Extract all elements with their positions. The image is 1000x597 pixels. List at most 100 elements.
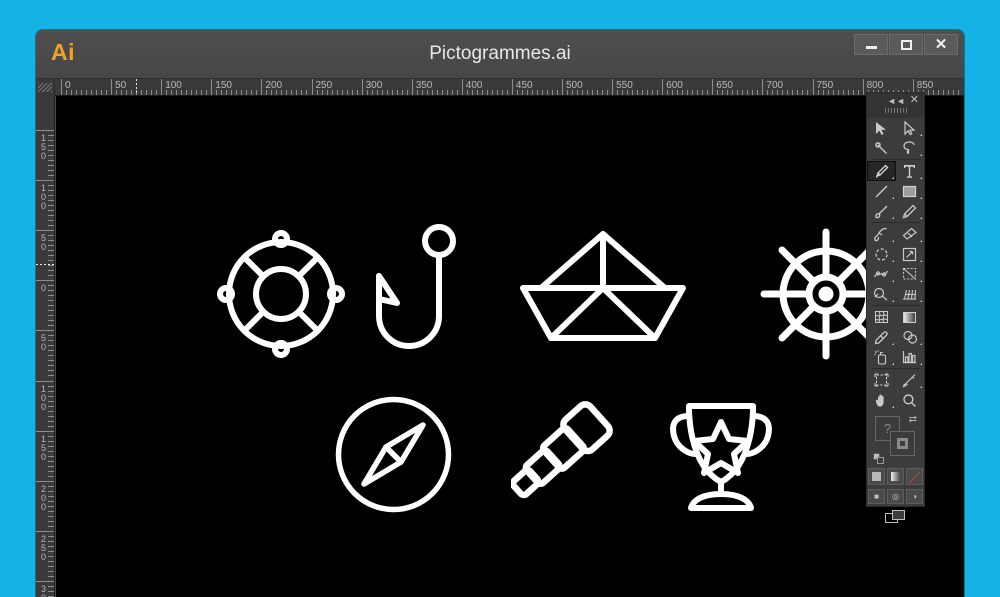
ruler-major-tick [562, 79, 563, 95]
draw-normal-button[interactable]: ■ [868, 489, 885, 504]
draw-behind-button[interactable]: ◎ [887, 489, 904, 504]
mesh-tool[interactable] [867, 307, 896, 327]
direct-selection-tool[interactable] [896, 118, 925, 138]
ruler-minor-tick [131, 90, 133, 95]
ruler-label: 600 [666, 80, 683, 91]
ruler-major-tick [111, 79, 113, 95]
horizontal-guide-marker [136, 79, 138, 95]
color-mode-none-button[interactable] [906, 468, 923, 485]
slice-tool[interactable] [896, 370, 925, 390]
rectangle-tool[interactable] [896, 181, 925, 201]
ruler-minor-tick [48, 135, 54, 136]
artwork-trophy[interactable] [661, 394, 781, 519]
vertical-ruler[interactable]: 150 100 50 0 50 100 150 200 250 300 [36, 96, 55, 597]
selection-tool[interactable] [867, 118, 896, 138]
ruler-minor-tick [436, 90, 438, 95]
line-segment-tool[interactable] [867, 181, 896, 201]
stroke-swatch[interactable] [890, 431, 915, 456]
minimize-button[interactable] [854, 34, 888, 55]
ruler-minor-tick [652, 90, 654, 95]
ruler-minor-tick [48, 395, 54, 397]
close-panel-icon[interactable]: ✕ [910, 95, 919, 106]
eraser-tool[interactable] [896, 224, 925, 244]
artboard-tool[interactable] [867, 370, 896, 390]
scale-tool[interactable] [896, 244, 925, 264]
collapse-panel-icon[interactable]: ◄◄ [887, 97, 905, 106]
ruler-minor-tick [486, 90, 488, 95]
zoom-tool[interactable] [896, 390, 925, 410]
hand-tool[interactable] [867, 390, 896, 410]
ruler-label: 100 [165, 80, 182, 91]
paintbrush-tool[interactable] [867, 201, 896, 221]
ruler-major-tick [36, 580, 54, 582]
panel-drag-grip-icon[interactable] [884, 108, 907, 113]
ruler-minor-tick [48, 495, 54, 497]
draw-inside-button[interactable]: ◑ [906, 489, 923, 504]
close-button[interactable]: ✕ [924, 34, 958, 55]
canvas[interactable] [56, 96, 964, 597]
color-mode-solid-button[interactable] [868, 468, 885, 485]
ruler-minor-tick [937, 90, 939, 95]
ruler-minor-tick [807, 90, 809, 95]
default-fill-stroke-icon[interactable] [873, 453, 884, 464]
column-graph-tool[interactable] [896, 347, 925, 367]
artwork-telescope[interactable] [511, 396, 636, 516]
lasso-tool[interactable] [896, 138, 925, 158]
type-tool[interactable] [896, 161, 925, 181]
ruler-minor-tick [847, 90, 849, 95]
title-bar[interactable]: Ai Pictogrammes.ai ✕ [36, 30, 964, 79]
ruler-label: 800 [866, 80, 884, 91]
pencil-tool[interactable] [896, 201, 925, 221]
ruler-minor-tick [156, 90, 158, 95]
ruler-major-tick [812, 79, 814, 95]
rotate-tool[interactable] [867, 244, 896, 264]
ruler-label: 850 [916, 80, 934, 91]
artwork-life-ring[interactable] [211, 224, 351, 364]
color-mode-gradient-button[interactable] [887, 468, 904, 485]
ruler-minor-tick [166, 90, 168, 95]
symbol-sprayer-tool[interactable] [867, 347, 896, 367]
artwork-paper-boat[interactable] [518, 226, 688, 346]
blend-tool[interactable] [896, 327, 925, 347]
ruler-minor-tick [48, 325, 54, 327]
default-stroke-chip [877, 457, 884, 464]
ruler-minor-tick [48, 185, 54, 187]
ruler-minor-tick [48, 440, 54, 442]
maximize-button[interactable] [889, 34, 923, 55]
ruler-minor-tick [246, 90, 248, 95]
artwork-fishing-hook[interactable] [361, 224, 481, 364]
shape-builder-tool[interactable] [867, 284, 896, 304]
width-tool[interactable] [867, 264, 896, 284]
ruler-minor-tick [251, 90, 253, 95]
magic-wand-tool[interactable] [867, 138, 896, 158]
tool-flyout-indicator-icon [891, 260, 894, 262]
ruler-minor-tick [446, 90, 448, 95]
tools-panel[interactable]: ◄◄ ✕ ? ⇄ ■ ◎ ◑ [866, 92, 925, 523]
ruler-minor-tick [48, 190, 54, 192]
pen-tool[interactable] [867, 161, 896, 181]
eyedropper-tool[interactable] [867, 327, 896, 347]
ruler-minor-tick [71, 90, 73, 95]
tools-panel-header[interactable]: ◄◄ ✕ [867, 93, 924, 118]
gradient-tool[interactable] [896, 307, 925, 327]
ruler-minor-tick [141, 90, 143, 95]
perspective-grid-tool[interactable] [896, 284, 925, 304]
ruler-minor-tick [622, 90, 624, 95]
screen-mode-button[interactable] [867, 510, 924, 524]
blob-brush-tool[interactable] [867, 224, 896, 244]
artboard[interactable] [56, 96, 964, 597]
horizontal-ruler[interactable]: 0 50 100 150 200 250 300 350 400 450 500 550 600 650 7… [36, 79, 964, 96]
ruler-minor-tick [476, 90, 478, 95]
tool-flyout-indicator-icon [920, 363, 922, 365]
ruler-corner[interactable] [36, 79, 55, 96]
ruler-minor-tick [772, 90, 774, 95]
ruler-minor-tick [747, 90, 749, 95]
ruler-minor-tick [48, 485, 54, 487]
fill-stroke-controls[interactable]: ? ⇄ [873, 414, 918, 464]
free-transform-tool[interactable] [896, 264, 925, 284]
artwork-compass[interactable] [331, 392, 456, 517]
ruler-minor-tick [201, 90, 203, 95]
ruler-minor-tick [48, 235, 54, 237]
ruler-major-tick [261, 79, 263, 95]
swap-fill-stroke-icon[interactable]: ⇄ [909, 414, 917, 425]
